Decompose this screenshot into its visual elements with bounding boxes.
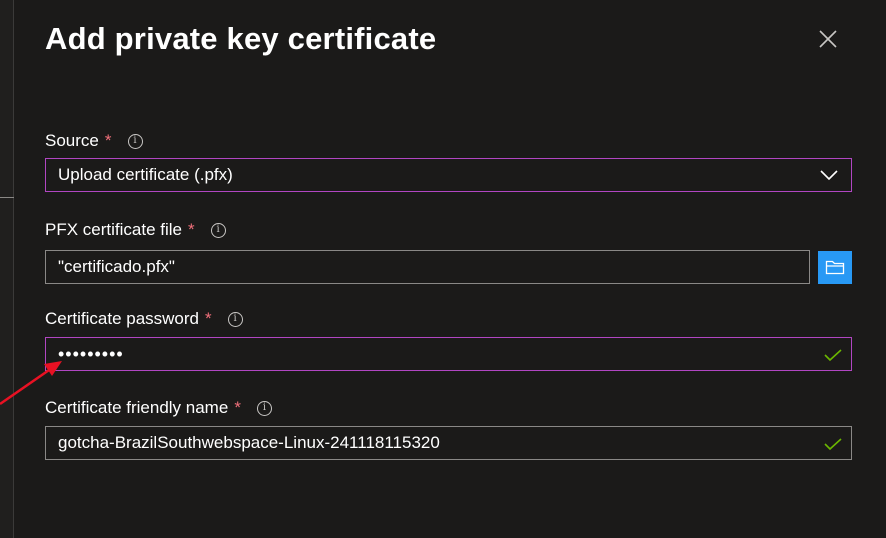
pfx-file-label: PFX certificate file (45, 220, 182, 239)
checkmark-icon (824, 349, 842, 362)
pfx-file-input[interactable]: "certificado.pfx" (45, 250, 810, 284)
password-input[interactable]: ••••••••• (45, 337, 852, 371)
panel-title: Add private key certificate (45, 21, 437, 56)
friendly-name-value: gotcha-BrazilSouthwebspace-Linux-2411181… (58, 433, 440, 452)
friendly-name-label-row: Certificate friendly name * i (45, 397, 272, 419)
background-blade-edge (0, 0, 14, 538)
close-button[interactable] (815, 26, 841, 52)
source-dropdown[interactable]: Upload certificate (.pfx) (45, 158, 852, 192)
background-divider (0, 197, 14, 198)
info-icon[interactable]: i (210, 222, 226, 238)
checkmark-icon (824, 438, 842, 451)
pfx-file-label-row: PFX certificate file * i (45, 219, 226, 241)
info-icon[interactable]: i (256, 400, 272, 416)
info-icon[interactable]: i (127, 133, 143, 149)
pfx-file-value: "certificado.pfx" (58, 257, 175, 276)
password-masked-value: ••••••••• (58, 343, 124, 364)
required-marker: * (188, 220, 195, 239)
required-marker: * (104, 131, 112, 150)
info-icon[interactable]: i (227, 311, 243, 327)
close-icon (819, 30, 837, 48)
password-label: Certificate password (45, 309, 200, 328)
source-selected-value: Upload certificate (.pfx) (58, 165, 233, 184)
password-label-row: Certificate password * i (45, 308, 243, 330)
required-marker: * (234, 398, 241, 417)
source-label: Source (45, 131, 99, 150)
required-marker: * (205, 309, 212, 328)
chevron-down-icon (820, 170, 838, 181)
add-certificate-panel: Add private key certificate Source * i U… (14, 0, 886, 538)
folder-icon (825, 260, 845, 275)
friendly-name-input[interactable]: gotcha-BrazilSouthwebspace-Linux-2411181… (45, 426, 852, 460)
source-label-row: Source * i (45, 130, 143, 152)
friendly-name-label: Certificate friendly name (45, 398, 229, 417)
browse-file-button[interactable] (818, 251, 852, 284)
